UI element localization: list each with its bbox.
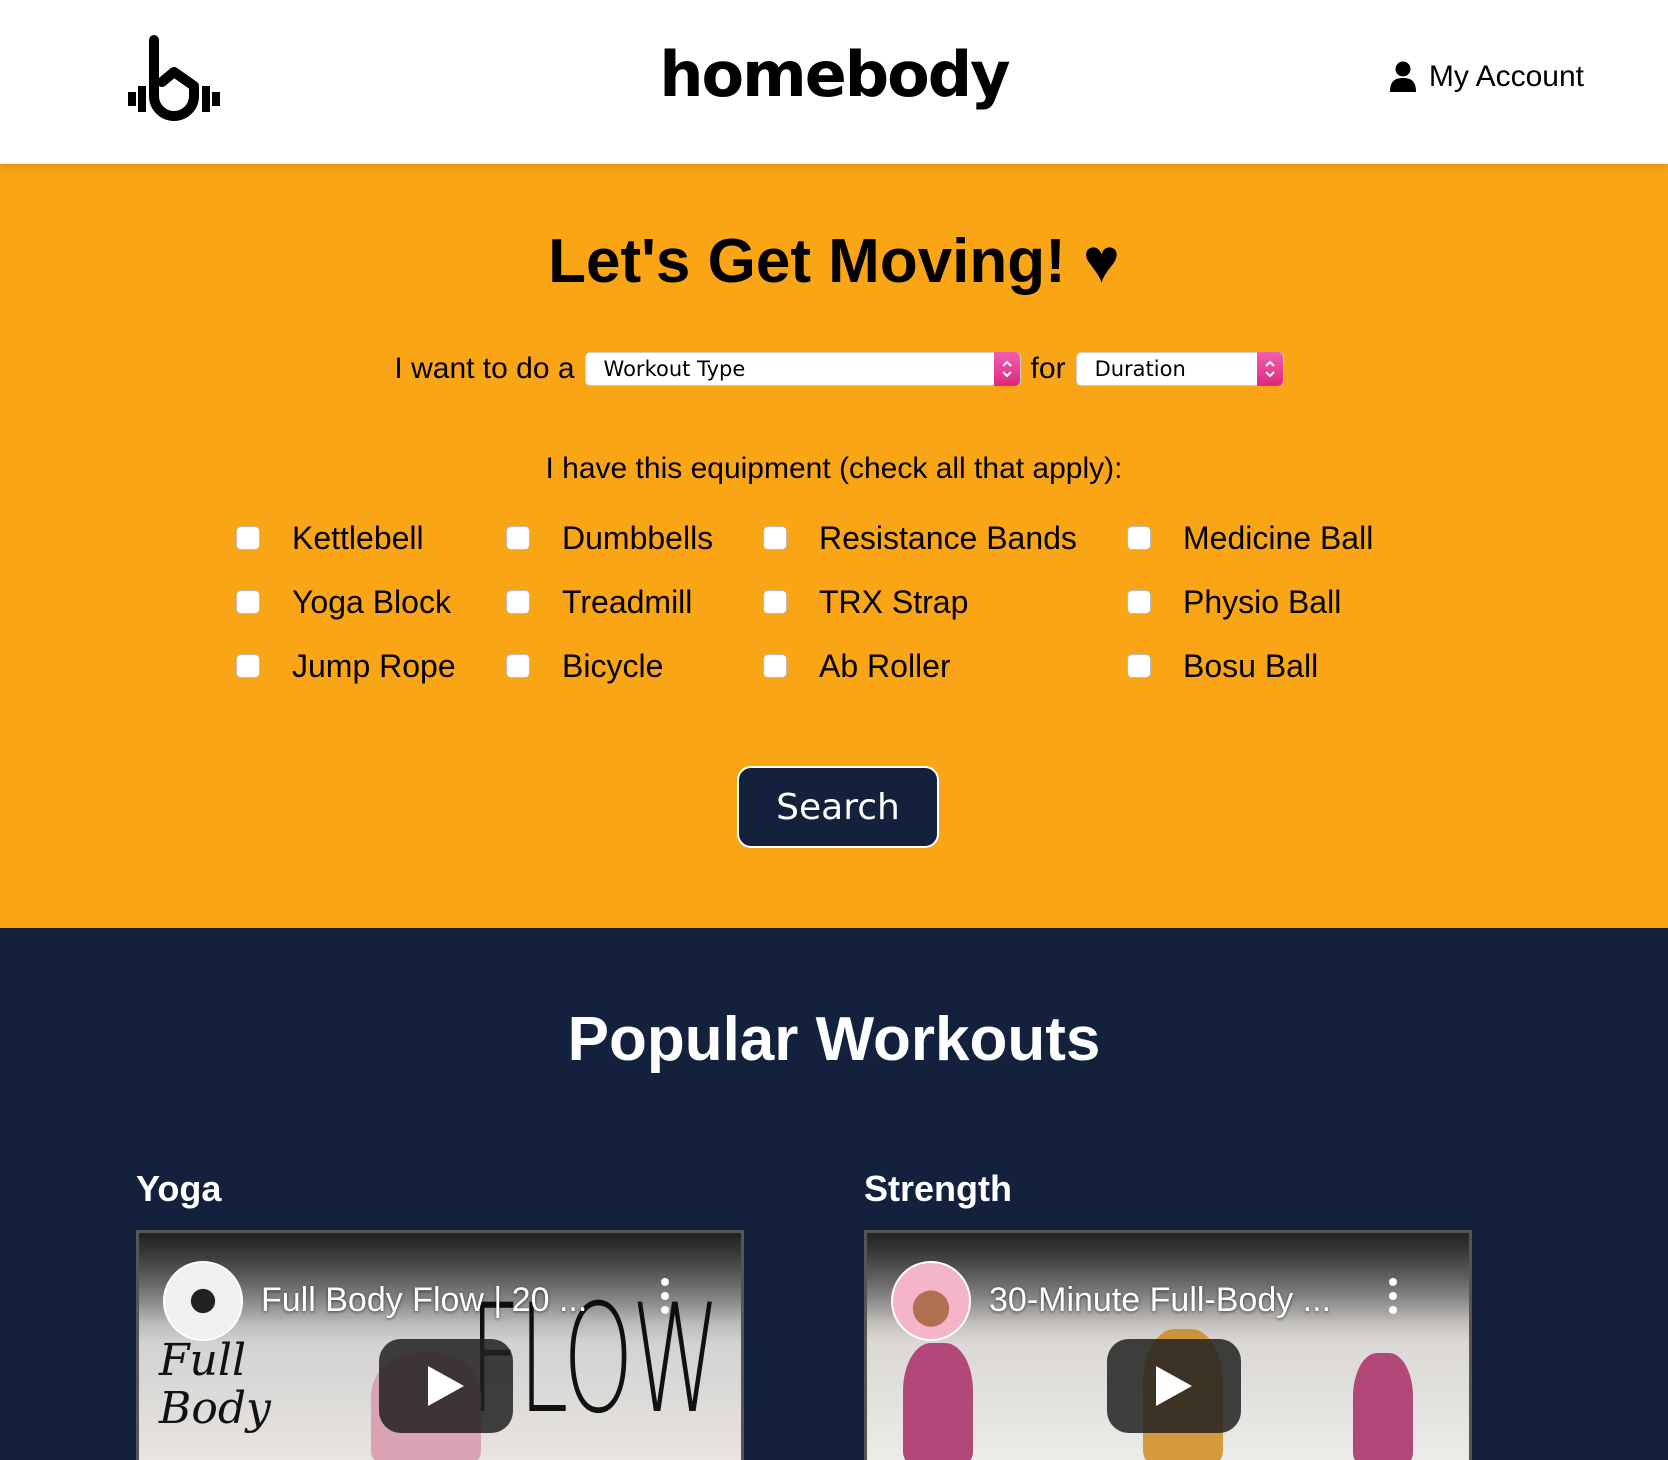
checkbox[interactable] bbox=[763, 590, 787, 614]
play-button[interactable] bbox=[379, 1339, 513, 1433]
equipment-label-text: Treadmill bbox=[562, 583, 693, 620]
checkbox[interactable] bbox=[236, 654, 260, 678]
thumbnail-figure bbox=[1353, 1353, 1413, 1460]
play-icon bbox=[1156, 1366, 1192, 1406]
checkbox[interactable] bbox=[236, 590, 260, 614]
checkbox[interactable] bbox=[1127, 526, 1151, 550]
equipment-treadmill[interactable]: Treadmill bbox=[506, 582, 692, 622]
video-embed-strength[interactable]: 30-Minute Full-Body ... bbox=[864, 1230, 1472, 1460]
equipment-label-text: Physio Ball bbox=[1183, 583, 1342, 620]
equipment-label-text: Resistance Bands bbox=[819, 519, 1077, 556]
equipment-medicine-ball[interactable]: Medicine Ball bbox=[1127, 518, 1373, 558]
workout-picker-row: I want to do a Workout Type for Duration bbox=[0, 352, 1668, 386]
equipment-label-text: Dumbbells bbox=[562, 519, 714, 556]
equipment-jump-rope[interactable]: Jump Rope bbox=[236, 646, 456, 686]
video-title[interactable]: 30-Minute Full-Body ... bbox=[989, 1281, 1331, 1320]
picker-prefix: I want to do a bbox=[394, 352, 575, 385]
category-yoga-label: Yoga bbox=[136, 1168, 222, 1209]
equipment-bicycle[interactable]: Bicycle bbox=[506, 646, 663, 686]
workout-type-select[interactable]: Workout Type bbox=[584, 352, 1021, 386]
checkbox[interactable] bbox=[1127, 590, 1151, 614]
equipment-kettlebell[interactable]: Kettlebell bbox=[236, 518, 424, 558]
workout-type-value: Workout Type bbox=[603, 357, 746, 381]
equipment-grid: Kettlebell Dumbbells Resistance Bands Me… bbox=[236, 518, 1436, 718]
select-arrow-icon bbox=[993, 352, 1020, 386]
my-account-label: My Account bbox=[1428, 60, 1584, 93]
channel-avatar[interactable] bbox=[891, 1261, 971, 1341]
popular-workouts-title: Popular Workouts bbox=[567, 1005, 1101, 1074]
equipment-label: I have this equipment (check all that ap… bbox=[545, 452, 1123, 485]
hero-title: Let's Get Moving! ♥ bbox=[548, 227, 1120, 296]
thumbnail-overlay-script: Full Body bbox=[159, 1335, 271, 1434]
thumbnail-figure bbox=[903, 1343, 973, 1460]
equipment-trx-strap[interactable]: TRX Strap bbox=[763, 582, 968, 622]
equipment-label-text: Ab Roller bbox=[819, 647, 951, 684]
equipment-resistance-bands[interactable]: Resistance Bands bbox=[763, 518, 1077, 558]
equipment-label-text: Bosu Ball bbox=[1183, 647, 1319, 684]
play-button[interactable] bbox=[1107, 1339, 1241, 1433]
equipment-label-text: Jump Rope bbox=[292, 647, 456, 684]
picker-connector: for bbox=[1030, 352, 1066, 385]
equipment-label-text: Medicine Ball bbox=[1183, 519, 1374, 556]
more-vert-icon[interactable] bbox=[661, 1277, 669, 1315]
checkbox[interactable] bbox=[506, 526, 530, 550]
header: homebody My Account bbox=[0, 0, 1668, 164]
equipment-bosu-ball[interactable]: Bosu Ball bbox=[1127, 646, 1318, 686]
select-arrow-icon bbox=[1256, 352, 1283, 386]
more-vert-icon[interactable] bbox=[1389, 1277, 1397, 1315]
checkbox[interactable] bbox=[1127, 654, 1151, 678]
checkbox[interactable] bbox=[506, 590, 530, 614]
my-account-link[interactable]: My Account bbox=[1389, 60, 1584, 94]
equipment-label-text: Yoga Block bbox=[292, 583, 451, 620]
equipment-dumbbells[interactable]: Dumbbells bbox=[506, 518, 713, 558]
equipment-label-text: Kettlebell bbox=[292, 519, 424, 556]
play-icon bbox=[428, 1366, 464, 1406]
equipment-ab-roller[interactable]: Ab Roller bbox=[763, 646, 951, 686]
category-strength-label: Strength bbox=[864, 1168, 1012, 1209]
user-icon bbox=[1389, 61, 1416, 92]
equipment-physio-ball[interactable]: Physio Ball bbox=[1127, 582, 1341, 622]
duration-value: Duration bbox=[1094, 357, 1186, 381]
checkbox[interactable] bbox=[236, 526, 260, 550]
duration-select[interactable]: Duration bbox=[1075, 352, 1284, 386]
channel-avatar[interactable] bbox=[163, 1261, 243, 1341]
checkbox[interactable] bbox=[763, 526, 787, 550]
checkbox[interactable] bbox=[763, 654, 787, 678]
equipment-label-text: Bicycle bbox=[562, 647, 664, 684]
equipment-label-text: TRX Strap bbox=[819, 583, 969, 620]
search-panel: Let's Get Moving! ♥ I want to do a Worko… bbox=[0, 164, 1668, 928]
checkbox[interactable] bbox=[506, 654, 530, 678]
equipment-yoga-block[interactable]: Yoga Block bbox=[236, 582, 451, 622]
video-embed-yoga[interactable]: FLOW Full Body Full Body Flow | 20 ... bbox=[136, 1230, 744, 1460]
search-button[interactable]: Search bbox=[737, 766, 939, 848]
video-title[interactable]: Full Body Flow | 20 ... bbox=[261, 1281, 587, 1320]
